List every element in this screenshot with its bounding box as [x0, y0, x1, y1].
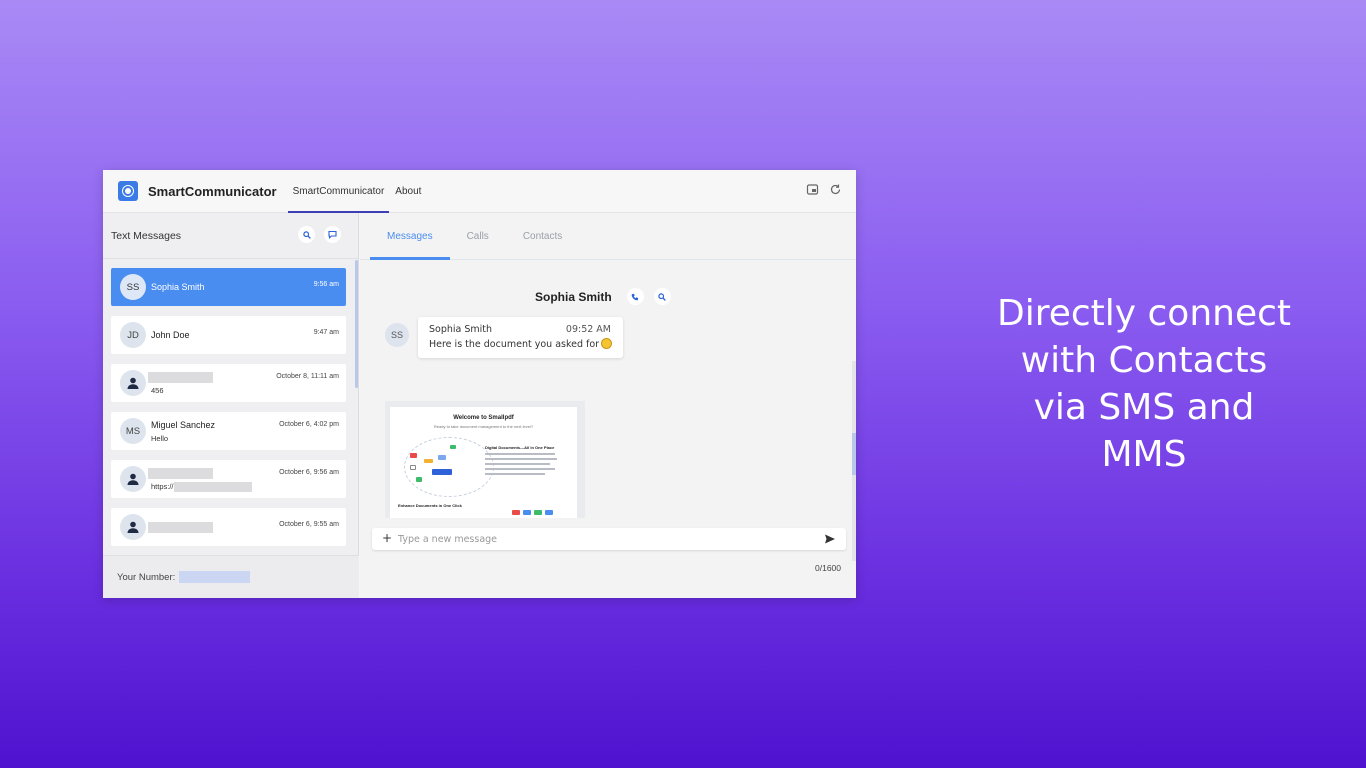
document-attachment[interactable]: Welcome to Smallpdf Ready to take docume… [385, 401, 585, 518]
caption-line: MMS [1101, 434, 1187, 475]
conversation-sidebar: Text Messages SS Sophia Smith 9:56 am JD… [103, 213, 359, 598]
conversation-preview: 456 [151, 386, 164, 395]
chat-contact-name: Sophia Smith [535, 289, 612, 304]
message-sender: Sophia Smith [429, 324, 493, 335]
promo-caption: Directly connect with Contacts via SMS a… [985, 290, 1303, 478]
conversation-preview: Hello [151, 434, 169, 443]
search-conversations-button[interactable] [298, 226, 315, 243]
conversation-time: October 6, 4:02 pm [279, 421, 339, 428]
chat-bubble-icon [328, 230, 337, 239]
message-bubble: Sophia Smith 09:52 AM Here is the docume… [418, 317, 623, 358]
person-icon [120, 370, 146, 396]
new-message-button[interactable] [324, 226, 341, 243]
sidebar-title: Text Messages [111, 229, 182, 242]
top-bar: SmartCommunicator SmartCommunicator Abou… [103, 170, 856, 213]
conversation-name: Miguel Sanchez [151, 420, 216, 430]
sidebar-header: Text Messages [103, 213, 358, 259]
conversation-list: SS Sophia Smith 9:56 am JD John Doe 9:47… [103, 260, 359, 550]
character-counter: 0/1600 [815, 563, 841, 573]
conversation-item[interactable]: October 6, 9:55 am [111, 508, 346, 546]
your-number-label: Your Number: [117, 571, 176, 583]
redacted-name [148, 522, 213, 533]
conversation-name: John Doe [151, 330, 190, 340]
conversation-item[interactable]: SS Sophia Smith 9:56 am [111, 268, 346, 306]
conversation-time: 9:47 am [313, 329, 339, 336]
document-preview: Welcome to Smallpdf Ready to take docume… [390, 407, 577, 518]
caption-line: Directly connect [996, 293, 1292, 334]
search-chat-button[interactable] [653, 288, 671, 305]
conversation-time: October 6, 9:55 am [279, 521, 339, 528]
refresh-icon[interactable] [828, 183, 842, 197]
caption-line: with Contacts [1020, 340, 1268, 381]
conversation-item[interactable]: https:// October 6, 9:56 am [111, 460, 346, 498]
sidebar-footer: Your Number: [103, 555, 359, 598]
add-attachment-icon[interactable]: + [382, 531, 392, 545]
avatar: MS [120, 418, 146, 444]
main-tabs: Messages Calls Contacts [360, 213, 856, 260]
app-title: SmartCommunicator [148, 183, 277, 199]
avatar: JD [120, 322, 146, 348]
search-icon [302, 230, 311, 239]
smile-emoji-icon [601, 338, 613, 349]
message-time: 09:52 AM [565, 324, 611, 335]
conversation-time: 9:56 am [313, 281, 339, 288]
person-icon [120, 514, 146, 540]
redacted-name [148, 468, 213, 479]
send-icon[interactable] [824, 533, 836, 545]
chat-header: Sophia Smith [535, 288, 681, 305]
chat-scrollbar-thumb[interactable] [852, 433, 856, 475]
message-input[interactable] [398, 531, 798, 547]
conversation-preview: https:// [151, 482, 252, 493]
pip-icon[interactable] [805, 183, 819, 197]
document-illustration [404, 437, 494, 497]
redacted-name [148, 372, 213, 383]
tab-messages[interactable]: Messages [370, 213, 450, 260]
conversation-name: Sophia Smith [151, 282, 205, 292]
conversation-time: October 8, 11:11 am [276, 373, 339, 380]
conversation-item[interactable]: 456 October 8, 11:11 am [111, 364, 346, 402]
message-text: Here is the document you asked for [429, 338, 613, 350]
document-section-heading: Digital Documents—All In One Place [485, 445, 555, 450]
conversation-item[interactable]: MS Miguel Sanchez Hello October 6, 4:02 … [111, 412, 346, 450]
chat-panel: Messages Calls Contacts Sophia Smith SS … [360, 213, 856, 598]
conversation-item[interactable]: JD John Doe 9:47 am [111, 316, 346, 354]
message-avatar: SS [385, 323, 409, 347]
app-window: SmartCommunicator SmartCommunicator Abou… [103, 170, 856, 598]
conversation-time: October 6, 9:56 am [279, 469, 339, 476]
caption-line: via SMS and [1033, 387, 1255, 428]
document-subtitle: Ready to take document management to the… [433, 424, 534, 429]
redacted-phone-number [179, 571, 251, 583]
app-logo-icon [118, 181, 138, 201]
document-footer-heading: Enhance Documents in One Click [398, 503, 462, 508]
nav-tab-smartcommunicator[interactable]: SmartCommunicator [287, 170, 390, 213]
message-composer: + [372, 528, 846, 550]
document-title: Welcome to Smallpdf [453, 415, 514, 421]
search-icon [658, 292, 667, 301]
nav-tab-about[interactable]: About [390, 170, 426, 213]
tab-calls[interactable]: Calls [450, 213, 506, 260]
call-button[interactable] [626, 288, 644, 305]
avatar: SS [120, 274, 146, 300]
tab-contacts[interactable]: Contacts [506, 213, 579, 260]
person-icon [120, 466, 146, 492]
sidebar-scrollbar[interactable] [355, 260, 358, 388]
phone-icon [631, 293, 639, 300]
